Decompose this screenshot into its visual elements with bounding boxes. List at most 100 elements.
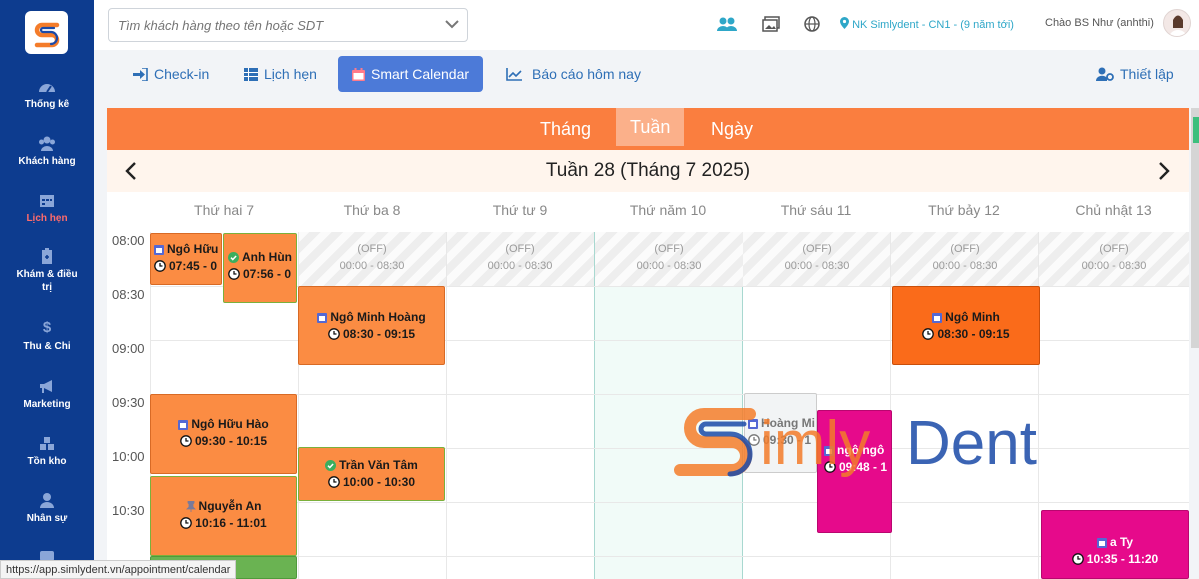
off-block: (OFF) 00:00 - 08:30: [298, 232, 446, 286]
off-time: 00:00 - 08:30: [487, 260, 553, 272]
sidebar-item-label: Khám & điều trị: [16, 269, 78, 293]
appointment-name: Nguyễn An: [198, 499, 262, 513]
clock-icon: [1071, 553, 1084, 565]
appointment-card[interactable]: Ngô Minh Hoàng 08:30 - 09:15: [298, 286, 445, 365]
sidebar-item-kham-dieu-tri[interactable]: Khám & điều trị: [0, 248, 94, 294]
sidebar-item-label: Marketing: [23, 399, 71, 410]
clock-icon: [748, 434, 760, 446]
search-input[interactable]: [109, 9, 429, 41]
branch-selector[interactable]: NK Simlydent - CN1 - (9 năm tới): [840, 17, 1014, 31]
schedule-label: Lịch hẹn: [264, 66, 317, 82]
appointment-name: Ngô Hữu: [167, 242, 219, 256]
day-header-thu: Thứ năm 10: [629, 202, 707, 218]
appointment-card[interactable]: ngô ngô 09:48 - 1: [817, 410, 892, 533]
appointment-card[interactable]: Hoàng Mi 09:30 - 1: [744, 393, 817, 473]
sidebar-item-thu-chi[interactable]: $ Thu & Chi: [0, 320, 94, 353]
appointment-card[interactable]: Anh Hùn 07:56 - 0: [223, 233, 297, 303]
calendar-check-icon: [932, 313, 943, 323]
users-icon: [39, 136, 55, 151]
day-header-sun: Chủ nhật 13: [1075, 202, 1152, 218]
grid-line: [150, 394, 1189, 395]
users-icon[interactable]: [717, 16, 737, 32]
week-navigator: Tuần 28 (Tháng 7 2025): [107, 150, 1189, 192]
off-time: 00:00 - 08:30: [784, 260, 850, 272]
calendar-check-icon: [154, 245, 164, 255]
tab-week[interactable]: Tuần: [616, 108, 685, 146]
off-block: (OFF) 00:00 - 08:30: [891, 232, 1039, 286]
smart-calendar-button[interactable]: Smart Calendar: [338, 56, 484, 92]
appointment-name: ngô ngô: [837, 443, 885, 457]
calendar-check-icon: [178, 420, 189, 430]
appointment-card[interactable]: Trần Văn Tâm 10:00 - 10:30: [298, 447, 445, 501]
off-label: (OFF): [357, 243, 387, 255]
appointment-name: Ngô Minh: [945, 310, 1000, 324]
branch-label: NK Simlydent - CN1 - (9 năm tới): [852, 19, 1014, 31]
user-avatar-icon: [1169, 15, 1187, 36]
chevron-down-icon[interactable]: [445, 19, 459, 29]
appointment-card[interactable]: a Ty 10:35 - 11:20: [1041, 510, 1189, 579]
user-gear-icon: [1096, 67, 1114, 81]
clock-icon: [922, 328, 935, 340]
avatar[interactable]: [1163, 9, 1191, 37]
off-label: (OFF): [1099, 243, 1129, 255]
day-header-fri: Thứ sáu 11: [780, 202, 852, 218]
off-label: (OFF): [654, 243, 684, 255]
time-label: 09:30: [112, 395, 145, 410]
sidebar-item-label: Thu & Chi: [23, 341, 71, 352]
grid-line: [298, 232, 299, 579]
calendar-icon: [352, 67, 365, 81]
app-logo[interactable]: [25, 11, 68, 54]
logo-icon: [34, 22, 59, 47]
globe-icon[interactable]: [804, 16, 820, 32]
time-column: 08:00 08:30 09:00 09:30 10:00 10:30: [107, 232, 150, 579]
gallery-icon[interactable]: [762, 16, 780, 32]
appointment-time: 08:30 - 09:15: [342, 327, 416, 341]
grid-line: [1038, 232, 1039, 579]
week-title: Tuần 28 (Tháng 7 2025): [545, 160, 751, 181]
appointment-time: 10:16 - 11:01: [195, 516, 267, 530]
day-header-wed: Thứ tư 9: [492, 202, 548, 218]
appointment-card[interactable]: Ngô Minh 08:30 - 09:15: [892, 286, 1040, 365]
sidebar: Thống kê Khách hàng Lịch hẹn Khám & điều…: [0, 0, 94, 579]
chevron-right-icon[interactable]: [1158, 162, 1170, 180]
schedule-button[interactable]: Lịch hẹn: [244, 56, 317, 92]
check-circle-icon: [228, 252, 239, 263]
off-label: (OFF): [802, 243, 832, 255]
appointment-name: Hoàng Mi: [761, 416, 815, 430]
appointment-time: 08:30 - 09:15: [937, 327, 1010, 341]
sidebar-item-khach-hang[interactable]: Khách hàng: [0, 135, 94, 168]
appointment-name: Ngô Hữu Hào: [191, 417, 269, 431]
clock-icon: [328, 328, 340, 340]
report-today-button[interactable]: Báo cáo hôm nay: [506, 56, 641, 92]
check-circle-icon: [325, 460, 337, 471]
sidebar-item-marketing[interactable]: Marketing: [0, 378, 94, 411]
report-today-label: Báo cáo hôm nay: [532, 66, 641, 82]
sidebar-item-ton-kho[interactable]: Tồn kho: [0, 435, 94, 468]
pin-icon: [185, 501, 196, 512]
off-time: 00:00 - 08:30: [339, 260, 405, 272]
time-label: 10:30: [112, 503, 145, 518]
sidebar-item-nhan-su[interactable]: Nhân sự: [0, 492, 94, 525]
side-tab[interactable]: [1193, 117, 1199, 143]
appointment-card[interactable]: Ngô Hữu 07:45 - 0: [150, 233, 222, 285]
tab-month[interactable]: Tháng: [540, 108, 591, 150]
time-label: 10:00: [112, 449, 145, 464]
toolbar: Check-in Lịch hẹn Smart Calendar Báo cáo…: [105, 56, 1199, 96]
settings-button[interactable]: Thiết lập: [1096, 56, 1174, 92]
day-header-sat: Thứ bảy 12: [928, 202, 1000, 218]
checkin-button[interactable]: Check-in: [133, 56, 209, 92]
sidebar-item-label: Thống kê: [24, 99, 70, 110]
customer-search[interactable]: [108, 8, 468, 42]
appointment-time: 07:56 - 0: [243, 267, 292, 281]
dashboard-icon: [39, 84, 55, 93]
scrollbar[interactable]: [1191, 108, 1199, 348]
calendar-check-icon: [317, 313, 328, 323]
top-bar: NK Simlydent - CN1 - (9 năm tới) Chào BS…: [94, 0, 1199, 50]
calendar: Tháng Tuần Ngày Tuần 28 (Tháng 7 2025) T…: [107, 108, 1189, 579]
appointment-card[interactable]: Ngô Hữu Hào 09:30 - 10:15: [150, 394, 297, 474]
appointment-card[interactable]: Nguyễn An 10:16 - 11:01: [150, 476, 297, 556]
clock-icon: [328, 476, 340, 488]
tab-day[interactable]: Ngày: [711, 108, 753, 150]
sidebar-item-lich-hen[interactable]: Lịch hẹn: [0, 192, 94, 225]
sidebar-item-thong-ke[interactable]: Thống kê: [0, 78, 94, 111]
